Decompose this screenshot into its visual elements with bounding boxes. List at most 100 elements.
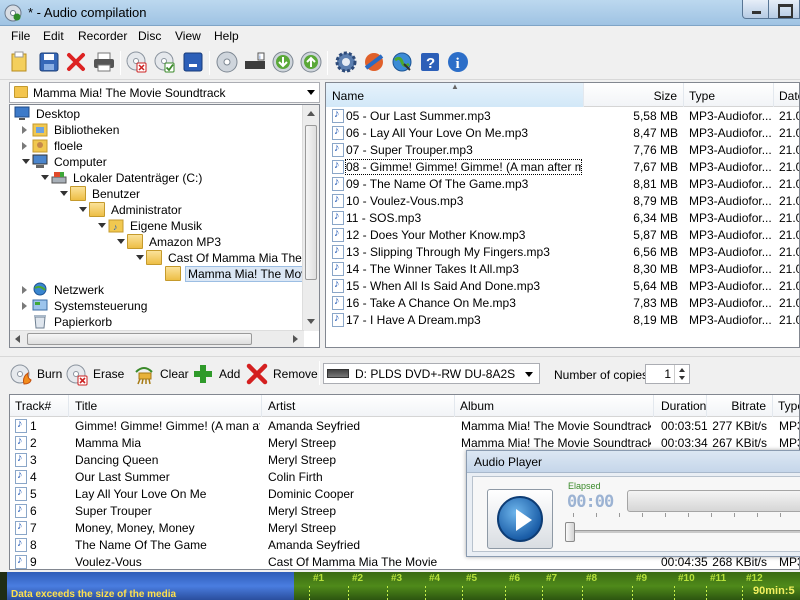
chevron-down-icon[interactable]	[307, 90, 315, 95]
minimize-button[interactable]	[742, 0, 769, 19]
audio-file-icon	[332, 210, 344, 225]
menu-edit[interactable]: Edit	[43, 29, 64, 43]
print-icon[interactable]	[92, 50, 116, 74]
audio-player-title-bar[interactable]: Audio Player	[467, 451, 800, 473]
file-name: 17 - I Have A Dream.mp3	[346, 313, 481, 327]
help-icon[interactable]: ?	[418, 50, 442, 74]
file-name: 09 - The Name Of The Game.mp3	[346, 177, 529, 191]
menu-disc[interactable]: Disc	[138, 29, 161, 43]
collapse-arrow-icon[interactable]	[79, 207, 87, 212]
file-row[interactable]: 13 - Slipping Through My Fingers.mp3 6,56…	[326, 244, 799, 261]
play-button[interactable]	[487, 489, 553, 549]
column-header-type[interactable]: Type	[773, 395, 799, 417]
expand-arrow-icon[interactable]	[22, 302, 27, 310]
file-row[interactable]: 06 - Lay All Your Love On Me.mp3 8,47 MB M…	[326, 125, 799, 142]
file-row[interactable]: 09 - The Name Of The Game.mp3 8,81 MB MP3-…	[326, 176, 799, 193]
erase-button[interactable]: Erase	[65, 362, 124, 386]
column-header-artist[interactable]: Artist	[262, 395, 455, 417]
column-header-album[interactable]: Album	[455, 395, 654, 417]
column-header-name[interactable]: Name ▲	[326, 83, 584, 107]
file-row[interactable]: 08 - Gimme! Gimme! Gimme! (A man after m…	[326, 159, 799, 176]
chevron-down-icon[interactable]	[525, 372, 533, 377]
collapse-arrow-icon[interactable]	[98, 223, 106, 228]
menu-help[interactable]: Help	[214, 29, 239, 43]
tree-horizontal-scrollbar[interactable]	[10, 330, 304, 347]
tree-item-label: Lokaler Datenträger (C:)	[73, 171, 203, 185]
file-row[interactable]: 11 - SOS.mp3 6,34 MB MP3-Audiofor... 21.0	[326, 210, 799, 227]
disc-erase-icon[interactable]	[125, 50, 149, 74]
folder-tree[interactable]: Desktop Bibliotheken floele Computer Lok…	[9, 104, 320, 348]
track-album: Mamma Mia! The Movie Soundtrack	[461, 419, 651, 433]
settings-gear-icon[interactable]	[334, 50, 358, 74]
expand-arrow-icon[interactable]	[22, 126, 27, 134]
column-header-title[interactable]: Title	[69, 395, 262, 417]
scroll-up-icon[interactable]	[307, 111, 315, 116]
spin-arrows-icon[interactable]	[674, 365, 689, 383]
expand-arrow-icon[interactable]	[22, 286, 27, 294]
tree-scroll-thumb[interactable]	[305, 125, 317, 280]
collapse-arrow-icon[interactable]	[60, 191, 68, 196]
scroll-down-icon[interactable]	[307, 319, 315, 324]
disc-info-icon[interactable]	[181, 50, 205, 74]
file-row[interactable]: 17 - I Have A Dream.mp3 8,19 MB MP3-Audiof…	[326, 312, 799, 329]
scroll-right-icon[interactable]	[293, 335, 298, 343]
file-row[interactable]: 10 - Voulez-Vous.mp3 8,79 MB MP3-Audiofor.…	[326, 193, 799, 210]
desktop-icon	[14, 106, 30, 120]
tree-hscroll-thumb[interactable]	[27, 333, 252, 345]
volume-slider-track[interactable]	[571, 530, 800, 533]
volume-slider-thumb[interactable]	[565, 522, 575, 542]
collapse-arrow-icon[interactable]	[41, 175, 49, 180]
column-header-type[interactable]: Type	[684, 83, 774, 107]
column-header-track[interactable]: Track#	[10, 395, 69, 417]
drive-select[interactable]: D: PLDS DVD+-RW DU-8A2S	[323, 363, 540, 384]
disc-check-icon[interactable]	[153, 50, 177, 74]
clear-brush-icon	[135, 367, 153, 385]
file-row[interactable]: 07 - Super Trouper.mp3 7,76 MB MP3-Audiofo…	[326, 142, 799, 159]
track-row[interactable]: 1 Gimme! Gimme! Gimme! (A man after... Ama…	[10, 418, 799, 435]
file-row[interactable]: 14 - The Winner Takes It All.mp3 8,30 MB M…	[326, 261, 799, 278]
plugin-icon[interactable]	[362, 50, 386, 74]
scroll-left-icon[interactable]	[15, 335, 20, 343]
collapse-arrow-icon[interactable]	[136, 255, 144, 260]
file-row[interactable]: 12 - Does Your Mother Know.mp3 5,87 MB MP3…	[326, 227, 799, 244]
add-button[interactable]: Add	[191, 362, 241, 386]
column-header-size[interactable]: Size	[584, 83, 684, 107]
menu-recorder[interactable]: Recorder	[78, 29, 127, 43]
collapse-arrow-icon[interactable]	[117, 239, 125, 244]
copies-stepper[interactable]: 1	[645, 364, 690, 384]
save-icon[interactable]	[37, 50, 61, 74]
disc-up-icon[interactable]	[299, 50, 323, 74]
file-name: 12 - Does Your Mother Know.mp3	[346, 228, 526, 242]
drive-select-value: D: PLDS DVD+-RW DU-8A2S	[355, 367, 516, 381]
disc-down-icon[interactable]	[271, 50, 295, 74]
column-header-bitrate[interactable]: Bitrate	[707, 395, 773, 417]
position-slider[interactable]	[627, 490, 800, 512]
remove-button[interactable]: Remove	[245, 362, 318, 386]
file-row[interactable]: 15 - When All Is Said And Done.mp3 5,64 M…	[326, 278, 799, 295]
close-x-icon[interactable]	[64, 50, 88, 74]
expand-arrow-icon[interactable]	[22, 142, 27, 150]
drive-eject-icon[interactable]: i	[243, 50, 267, 74]
menu-file[interactable]: File	[11, 29, 30, 43]
maximize-button[interactable]	[768, 0, 800, 19]
info-icon[interactable]: i	[446, 50, 470, 74]
tree-vertical-scrollbar[interactable]	[302, 105, 319, 331]
clear-button[interactable]: Clear	[132, 362, 189, 386]
track-divider	[348, 586, 349, 600]
open-folder-icon[interactable]	[9, 50, 33, 74]
collapse-arrow-icon[interactable]	[22, 159, 30, 164]
menu-view[interactable]: View	[175, 29, 201, 43]
column-header-date[interactable]: Date	[774, 83, 799, 107]
web-update-icon[interactable]	[390, 50, 414, 74]
track-number: 4	[30, 470, 37, 484]
audio-file-icon	[332, 312, 344, 327]
track-number: 2	[30, 436, 37, 450]
file-row[interactable]: 05 - Our Last Summer.mp3 5,58 MB MP3-Audio…	[326, 108, 799, 125]
disc-drive-icon[interactable]	[215, 50, 239, 74]
file-row[interactable]: 16 - Take A Chance On Me.mp3 7,83 MB MP3-A…	[326, 295, 799, 312]
track-bitrate: 277 KBit/s	[712, 419, 767, 433]
file-list[interactable]: Name ▲ Size Type Date 05 - Our Last Summ…	[325, 82, 800, 348]
burn-button[interactable]: Burn	[9, 362, 62, 386]
folder-path-combo[interactable]: Mamma Mia! The Movie Soundtrack	[9, 82, 320, 103]
column-header-duration[interactable]: Duration	[654, 395, 707, 417]
